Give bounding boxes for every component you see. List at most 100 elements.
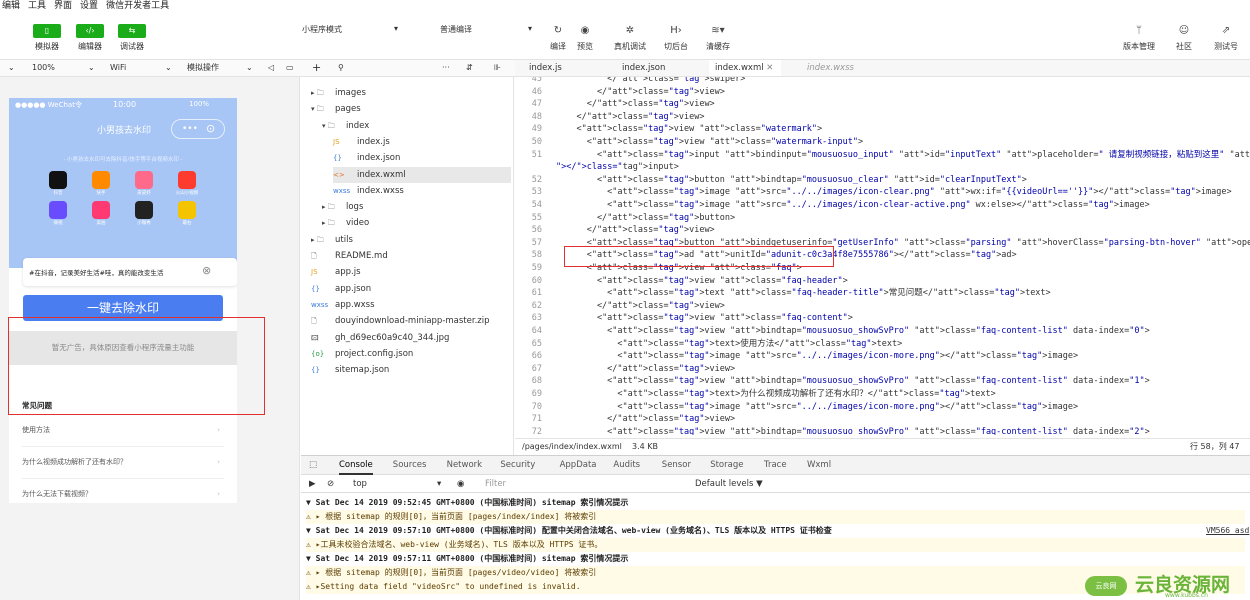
eye-icon[interactable]: ◉ — [577, 24, 593, 38]
app-icon[interactable] — [49, 171, 67, 189]
devtools-tab[interactable]: Sensor — [662, 456, 691, 475]
app-icon[interactable] — [178, 201, 196, 219]
devtools-tab[interactable]: Console — [339, 456, 373, 475]
tree-item[interactable]: JS app.js — [311, 264, 361, 280]
menu-item[interactable]: 设置 — [80, 0, 98, 14]
log-levels-select[interactable]: Default levels ▼ — [695, 475, 763, 493]
tree-item[interactable]: wxss index.wxss — [333, 183, 404, 199]
source-link[interactable]: VM566 asd — [1206, 526, 1249, 535]
app-icon[interactable] — [49, 201, 67, 219]
menu-item[interactable]: 微信开发者工具 — [106, 0, 169, 14]
app-icon[interactable] — [135, 171, 153, 189]
inspect-icon[interactable]: ⬚ — [309, 456, 317, 475]
add-file-button[interactable]: + — [312, 60, 321, 76]
real-debug-button[interactable]: 真机调试 — [610, 41, 650, 52]
editor-tab[interactable]: index.json — [622, 60, 665, 76]
chevron-down-icon[interactable]: ⌄ — [165, 60, 172, 76]
bug-icon[interactable]: ✲ — [622, 24, 638, 38]
branch-icon[interactable]: ᛘ — [1131, 24, 1147, 38]
console-log-entry[interactable]: ⚠ ▸工具未校验合法域名、web-view (业务域名)、TLS 版本以及 HT… — [306, 538, 1245, 552]
tree-item[interactable]: 🗋 douyindownload-miniapp-master.zip — [311, 313, 490, 329]
tree-item[interactable]: ▸ 🗀 images — [311, 85, 366, 101]
tree-item[interactable]: JS index.js — [333, 134, 390, 150]
tree-item[interactable]: 🖾 gh_d69ec60a9c40_344.jpg — [311, 330, 449, 346]
chevron-down-icon[interactable]: ⌄ — [246, 60, 253, 76]
tree-item[interactable]: 🗋 README.md — [311, 248, 388, 264]
tree-item[interactable]: ▸ 🗀 video — [322, 215, 369, 231]
tree-item[interactable]: {} app.json — [311, 281, 371, 297]
app-icon[interactable] — [92, 171, 110, 189]
console-filter-input[interactable]: Filter — [485, 475, 506, 493]
clear-cache-button[interactable]: 清缓存 — [698, 41, 738, 52]
video-url-input[interactable]: #在抖音，记录美好生活#哇，真的能改变生活 ⊗ — [23, 258, 237, 286]
network-select[interactable]: WiFi — [110, 60, 126, 76]
devtools-tab[interactable]: Wxml — [807, 456, 831, 475]
sort-icon[interactable]: ⇵ — [466, 60, 473, 76]
sound-icon[interactable]: ◁ — [268, 60, 274, 76]
console-log-entry[interactable]: ⚠ ▸ 根据 sitemap 的规则[0]，当前页面 [pages/index/… — [306, 510, 1245, 524]
external-link-icon[interactable]: ⇗ — [1218, 24, 1234, 38]
console-log-entry[interactable]: ▼ Sat Dec 14 2019 09:52:45 GMT+0800 (中国标… — [306, 496, 1245, 510]
mode-select[interactable]: 小程序模式 ▾ — [302, 24, 407, 35]
devtools-tab[interactable]: Audits — [613, 456, 640, 475]
app-icon[interactable] — [178, 171, 196, 189]
devtools-tab[interactable]: Storage — [710, 456, 743, 475]
menu-item[interactable]: 编辑 — [2, 0, 20, 14]
tree-item[interactable]: {o} project.config.json — [311, 346, 413, 362]
menu-item[interactable]: 工具 — [28, 0, 46, 14]
tree-item[interactable]: {} index.json — [333, 150, 400, 166]
editor-tab[interactable]: index.js — [529, 60, 562, 76]
chevron-down-icon[interactable]: ⌄ — [8, 60, 15, 76]
switch-icon[interactable]: H› — [668, 24, 684, 38]
tree-item[interactable]: ▾ 🗀 index — [322, 118, 369, 134]
background-button[interactable]: 切后台 — [656, 41, 696, 52]
play-icon[interactable]: ▶ — [309, 475, 316, 493]
devtools-tab[interactable]: Network — [447, 456, 483, 475]
devtools-tab[interactable]: Trace — [764, 456, 787, 475]
layers-icon[interactable]: ≋▾ — [710, 24, 726, 38]
chat-icon[interactable]: ☺ — [1176, 24, 1192, 38]
more-icon[interactable]: ··· — [442, 60, 450, 76]
context-select[interactable]: top — [353, 475, 367, 493]
more-icon[interactable]: ••• — [182, 120, 198, 138]
version-button[interactable]: 版本管理 — [1119, 41, 1159, 52]
tree-item[interactable]: <> index.wxml — [333, 166, 511, 183]
console-log-entry[interactable]: ▼ Sat Dec 14 2019 09:57:10 GMT+0800 (中国标… — [306, 524, 1245, 538]
tree-item[interactable]: ▸ 🗀 utils — [311, 232, 353, 248]
editor-tab[interactable]: index.wxss — [807, 60, 854, 76]
faq-item[interactable]: 为什么视频成功解析了还有水印？ › — [22, 446, 224, 476]
console-log-entry[interactable]: ▼ Sat Dec 14 2019 09:57:11 GMT+0800 (中国标… — [306, 552, 1245, 566]
chevron-down-icon[interactable]: ▾ — [437, 475, 441, 493]
search-icon[interactable]: ⚲ — [338, 60, 344, 76]
tree-item[interactable]: ▸ 🗀 logs — [322, 199, 363, 215]
app-icon[interactable] — [135, 201, 153, 219]
clear-icon[interactable]: ⊗ — [202, 264, 211, 277]
collapse-icon[interactable]: ⊪ — [494, 60, 501, 76]
compile-mode-select[interactable]: 普通编译 ▾ — [440, 24, 536, 35]
chevron-down-icon[interactable]: ⌄ — [88, 60, 95, 76]
community-button[interactable]: 社区 — [1164, 41, 1204, 52]
capsule-menu[interactable]: ••• ⊙ — [171, 119, 225, 139]
editor-tab[interactable]: index.wxml ✕ — [709, 60, 782, 76]
window-icon[interactable]: ▭ — [286, 60, 294, 76]
tree-item[interactable]: wxss app.wxss — [311, 297, 375, 313]
devtools-tab[interactable]: Sources — [393, 456, 427, 475]
eye-icon[interactable]: ◉ — [457, 475, 464, 493]
devtools-tab[interactable]: Security — [500, 456, 535, 475]
tree-item[interactable]: ▾ 🗀 pages — [311, 101, 361, 117]
simulator-toggle-button[interactable]: ▯ — [33, 24, 61, 38]
sim-operation-select[interactable]: 模拟操作 — [187, 60, 219, 76]
devtools-tab[interactable]: AppData — [560, 456, 597, 475]
tree-item[interactable]: {} sitemap.json — [311, 362, 389, 378]
clear-console-icon[interactable]: ⊘ — [327, 475, 334, 493]
close-circle-icon[interactable]: ⊙ — [206, 120, 215, 138]
debugger-toggle-button[interactable]: ⇆ — [118, 24, 146, 38]
menu-item[interactable]: 界面 — [54, 0, 72, 14]
refresh-icon[interactable]: ↻ — [550, 24, 566, 38]
zoom-select[interactable]: 100% — [32, 60, 55, 76]
faq-item[interactable]: 为什么无法下载视频？ › — [22, 478, 224, 503]
preview-button[interactable]: 预览 — [565, 41, 605, 52]
editor-toggle-button[interactable]: ‹/› — [76, 24, 104, 38]
close-icon[interactable]: ✕ — [764, 63, 773, 73]
faq-item[interactable]: 使用方法 › — [22, 414, 224, 444]
